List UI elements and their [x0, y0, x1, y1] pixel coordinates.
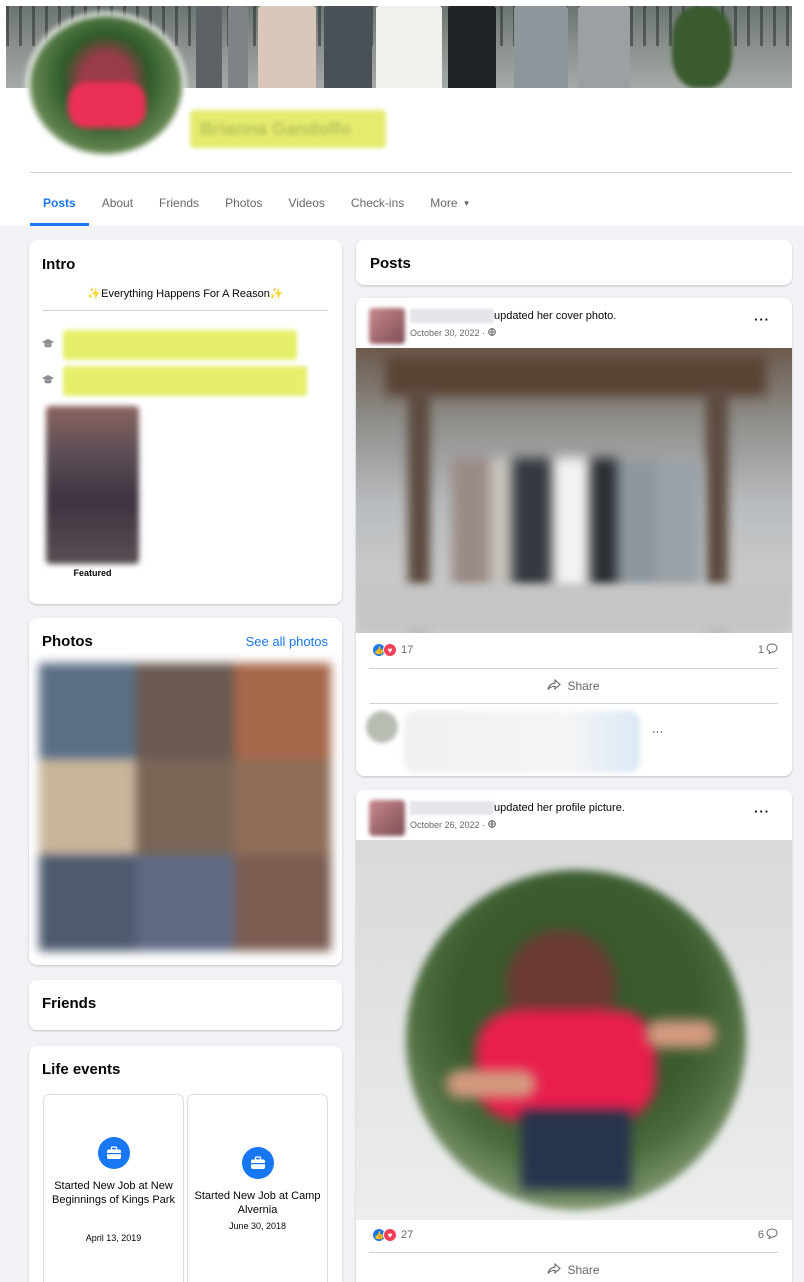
tab-posts[interactable]: Posts	[30, 180, 89, 226]
profile-name: Brianna Gandolfo	[190, 110, 386, 148]
briefcase-icon	[97, 1137, 130, 1169]
briefcase-icon	[241, 1147, 274, 1179]
post-divider	[369, 668, 778, 669]
see-all-photos-link[interactable]: See all photos	[246, 634, 328, 649]
tab-about[interactable]: About	[89, 180, 146, 226]
featured-label: Featured	[73, 568, 112, 578]
love-icon: ♥	[383, 1228, 397, 1242]
love-icon: ♥	[383, 643, 397, 657]
post-author-avatar[interactable]	[369, 308, 405, 344]
life-event-item[interactable]: Started New Job at Camp Alvernia June 30…	[187, 1094, 328, 1282]
reaction-count: 27	[401, 1229, 414, 1241]
share-icon	[547, 678, 562, 694]
post-divider	[369, 703, 778, 704]
cover-figure	[196, 6, 222, 88]
comment-icon	[766, 1228, 778, 1242]
header-divider	[30, 172, 792, 173]
share-button[interactable]: Share	[369, 1256, 778, 1282]
life-events-title: Life events	[42, 1061, 121, 1078]
tab-check-ins[interactable]: Check-ins	[338, 180, 417, 226]
tab-videos[interactable]: Videos	[275, 180, 337, 226]
photos-card: Photos See all photos	[29, 618, 342, 965]
post-reactions[interactable]: 👍 ♥ 27	[372, 1228, 413, 1242]
post-date[interactable]: October 26, 2022 ·	[410, 820, 496, 830]
profile-tabs: Posts About Friends Photos Videos Check-…	[30, 180, 484, 226]
cover-figure	[324, 6, 372, 88]
post-date[interactable]: October 30, 2022 ·	[410, 328, 496, 338]
cover-figure	[448, 6, 496, 88]
comment-options-button[interactable]: ···	[652, 726, 663, 738]
profile-header: Brianna Gandolfo Posts About Friends Pho…	[0, 0, 804, 226]
post-card: updated her cover photo. October 30, 202…	[356, 298, 792, 776]
intro-title: Intro	[42, 256, 76, 273]
post-card: updated her profile picture. October 26,…	[356, 790, 792, 1282]
intro-bio: ✨Everything Happens For A Reason✨	[87, 288, 284, 300]
profile-avatar[interactable]	[26, 12, 186, 158]
cover-figure	[228, 6, 248, 88]
cover-figure	[514, 6, 568, 88]
share-icon	[547, 1262, 562, 1278]
globe-icon	[487, 820, 496, 830]
photo-thumbnail[interactable]	[136, 759, 234, 855]
post-comment-count[interactable]: 6	[758, 1228, 778, 1242]
life-event-date: April 13, 2019	[85, 1233, 142, 1243]
comment-icon	[766, 643, 778, 657]
caret-down-icon: ▼	[462, 198, 471, 208]
intro-divider	[43, 310, 328, 311]
post-reactions[interactable]: 👍 ♥ 17	[372, 643, 413, 657]
education-item	[41, 330, 297, 360]
post-photo[interactable]	[356, 348, 792, 633]
posts-title: Posts	[370, 255, 411, 272]
cover-figure	[578, 6, 630, 88]
cover-tree	[672, 6, 732, 88]
photo-thumbnail[interactable]	[39, 855, 137, 951]
share-button[interactable]: Share	[369, 672, 778, 700]
life-event-title: Started New Job at Camp Alvernia	[194, 1190, 321, 1217]
photo-thumbnail[interactable]	[136, 663, 234, 759]
life-event-item[interactable]: Started New Job at New Beginnings of Kin…	[43, 1094, 184, 1282]
tab-photos[interactable]: Photos	[212, 180, 275, 226]
post-comment-count[interactable]: 1	[758, 643, 778, 657]
cover-figure	[376, 6, 442, 88]
photo-grid	[39, 663, 331, 951]
intro-card: Intro ✨Everything Happens For A Reason✨ …	[29, 240, 342, 604]
tab-friends[interactable]: Friends	[146, 180, 212, 226]
post-action: updated her cover photo.	[494, 310, 617, 322]
graduation-cap-icon	[41, 338, 59, 353]
photo-thumbnail[interactable]	[136, 855, 234, 951]
cover-figure	[258, 6, 316, 88]
photo-thumbnail[interactable]	[233, 855, 331, 951]
featured-story[interactable]	[46, 406, 139, 564]
photo-thumbnail[interactable]	[233, 759, 331, 855]
globe-icon	[487, 328, 496, 338]
commenter-avatar[interactable]	[366, 711, 398, 743]
life-event-title: Started New Job at New Beginnings of Kin…	[52, 1180, 175, 1207]
life-event-date: June 30, 2018	[228, 1221, 287, 1231]
education-redacted	[63, 366, 307, 396]
life-events-card: Life events Started New Job at New Begin…	[29, 1046, 342, 1282]
education-item	[41, 366, 307, 396]
photo-thumbnail[interactable]	[233, 663, 331, 759]
post-author-avatar[interactable]	[369, 800, 405, 836]
graduation-cap-icon	[41, 374, 59, 389]
friends-title[interactable]: Friends	[42, 995, 96, 1012]
photos-title: Photos	[42, 633, 93, 650]
friends-card: Friends	[29, 980, 342, 1030]
reaction-count: 17	[401, 644, 414, 656]
post-action: updated her profile picture.	[494, 802, 625, 814]
profile-name-text: Brianna Gandolfo	[200, 119, 352, 139]
post-photo[interactable]	[356, 840, 792, 1220]
post-options-button[interactable]: ···	[754, 804, 770, 819]
post-author-name-redacted[interactable]	[410, 801, 494, 815]
post-divider	[369, 1252, 778, 1253]
post-options-button[interactable]: ···	[754, 312, 770, 327]
education-redacted	[63, 330, 297, 360]
photo-thumbnail[interactable]	[39, 663, 137, 759]
comment-redacted	[404, 711, 640, 773]
posts-header-card: Posts	[356, 240, 792, 285]
post-author-name-redacted[interactable]	[410, 309, 494, 323]
photo-thumbnail[interactable]	[39, 759, 137, 855]
tab-more[interactable]: More ▼	[417, 180, 483, 226]
